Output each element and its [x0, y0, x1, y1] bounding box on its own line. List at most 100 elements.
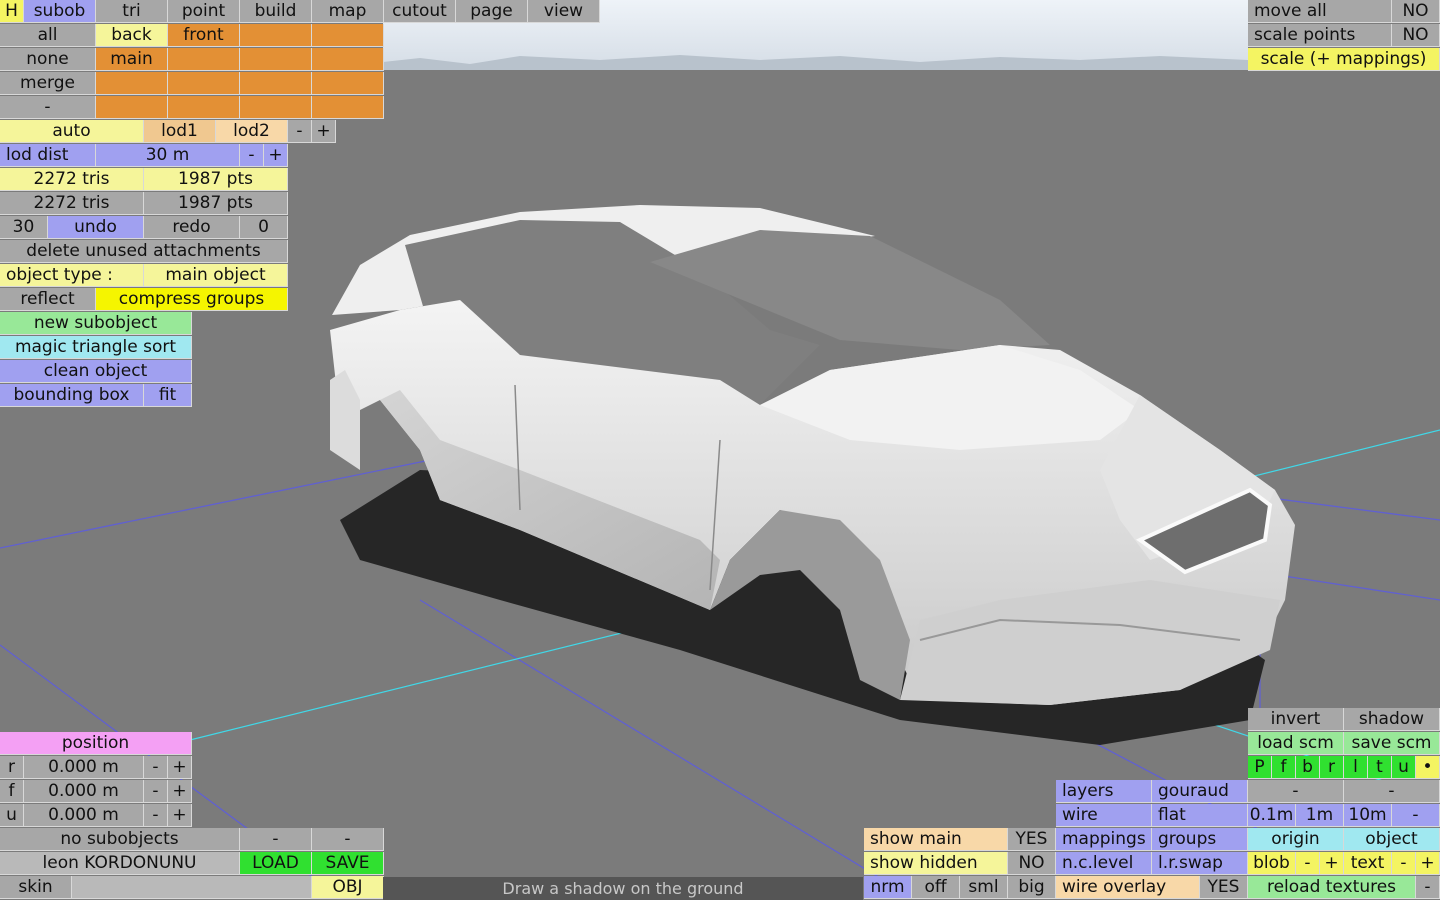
- view-slot[interactable]: [312, 72, 384, 95]
- view-slot[interactable]: [240, 24, 312, 47]
- save-button[interactable]: SAVE: [312, 852, 384, 875]
- view-slot[interactable]: [168, 96, 240, 119]
- show-hidden-value[interactable]: NO: [1008, 852, 1056, 875]
- right-dash-2[interactable]: -: [1344, 780, 1440, 803]
- delete-unused-attachments-button[interactable]: delete unused attachments: [0, 240, 288, 263]
- view-slot[interactable]: [240, 72, 312, 95]
- view-b-button[interactable]: b: [1296, 756, 1320, 779]
- h-button[interactable]: H: [0, 0, 24, 23]
- tab-page[interactable]: page: [456, 0, 528, 23]
- subobject-dash-2[interactable]: -: [312, 828, 384, 851]
- scale-points-value[interactable]: NO: [1392, 24, 1440, 47]
- view-slot[interactable]: [240, 96, 312, 119]
- view-slot[interactable]: [96, 72, 168, 95]
- bounding-box-button[interactable]: bounding box: [0, 384, 144, 407]
- wire-button[interactable]: wire: [1056, 804, 1152, 827]
- subobject-dash-1[interactable]: -: [240, 828, 312, 851]
- big-button[interactable]: big: [1008, 876, 1056, 899]
- view-dot-button[interactable]: •: [1416, 756, 1440, 779]
- reload-textures-button[interactable]: reload textures: [1248, 876, 1416, 899]
- view-slot[interactable]: [312, 48, 384, 71]
- blob-plus-button[interactable]: +: [1320, 852, 1344, 875]
- gouraud-button[interactable]: gouraud: [1152, 780, 1248, 803]
- lod-plus-button[interactable]: +: [312, 120, 336, 143]
- subobject-select[interactable]: no subobjects: [0, 828, 240, 851]
- view-slot[interactable]: [240, 48, 312, 71]
- view-main-button[interactable]: main: [96, 48, 168, 71]
- view-slot[interactable]: [168, 72, 240, 95]
- merge-button[interactable]: merge: [0, 72, 96, 95]
- view-none-button[interactable]: none: [0, 48, 96, 71]
- flat-button[interactable]: flat: [1152, 804, 1248, 827]
- sml-button[interactable]: sml: [960, 876, 1008, 899]
- lod2-button[interactable]: lod2: [216, 120, 288, 143]
- shadow-button[interactable]: shadow: [1344, 708, 1440, 731]
- new-subobject-button[interactable]: new subobject: [0, 312, 192, 335]
- position-f-minus[interactable]: -: [144, 780, 168, 803]
- lod-dist-minus-button[interactable]: -: [240, 144, 264, 167]
- text-minus-button[interactable]: -: [1392, 852, 1416, 875]
- view-slot[interactable]: [96, 96, 168, 119]
- scale-points-button[interactable]: scale points: [1248, 24, 1392, 47]
- position-r-value[interactable]: 0.000 m: [24, 756, 144, 779]
- view-f-button[interactable]: f: [1272, 756, 1296, 779]
- tab-point[interactable]: point: [168, 0, 240, 23]
- lod1-button[interactable]: lod1: [144, 120, 216, 143]
- view-slot[interactable]: [312, 96, 384, 119]
- position-f-value[interactable]: 0.000 m: [24, 780, 144, 803]
- skin-button[interactable]: skin: [0, 876, 72, 899]
- view-back-button[interactable]: back: [96, 24, 168, 47]
- layers-button[interactable]: layers: [1056, 780, 1152, 803]
- nc-level-button[interactable]: n.c.level: [1056, 852, 1152, 875]
- show-hidden-button[interactable]: show hidden: [864, 852, 1008, 875]
- origin-button[interactable]: origin: [1248, 828, 1344, 851]
- file-name-field[interactable]: leon KORDONUNU: [0, 852, 240, 875]
- view-t-button[interactable]: t: [1368, 756, 1392, 779]
- redo-button[interactable]: redo: [144, 216, 240, 239]
- tab-tri[interactable]: tri: [96, 0, 168, 23]
- grid-0-1m-button[interactable]: 0.1m: [1248, 804, 1296, 827]
- move-all-button[interactable]: move all: [1248, 0, 1392, 23]
- wire-overlay-button[interactable]: wire overlay: [1056, 876, 1200, 899]
- blob-minus-button[interactable]: -: [1296, 852, 1320, 875]
- tab-build[interactable]: build: [240, 0, 312, 23]
- position-f-plus[interactable]: +: [168, 780, 192, 803]
- view-l-button[interactable]: l: [1344, 756, 1368, 779]
- lod-dist-value[interactable]: 30 m: [96, 144, 240, 167]
- scale-mappings-button[interactable]: scale (+ mappings): [1248, 48, 1440, 71]
- position-r-minus[interactable]: -: [144, 756, 168, 779]
- grid-10m-button[interactable]: 10m: [1344, 804, 1392, 827]
- position-u-value[interactable]: 0.000 m: [24, 804, 144, 827]
- groups-button[interactable]: groups: [1152, 828, 1248, 851]
- object-type-value[interactable]: main object: [144, 264, 288, 287]
- lr-swap-button[interactable]: l.r.swap: [1152, 852, 1248, 875]
- obj-button[interactable]: OBJ: [312, 876, 384, 899]
- position-u-minus[interactable]: -: [144, 804, 168, 827]
- fit-button[interactable]: fit: [144, 384, 192, 407]
- view-p-button[interactable]: P: [1248, 756, 1272, 779]
- save-scm-button[interactable]: save scm: [1344, 732, 1440, 755]
- position-u-plus[interactable]: +: [168, 804, 192, 827]
- move-all-value[interactable]: NO: [1392, 0, 1440, 23]
- lod-auto-button[interactable]: auto: [0, 120, 144, 143]
- reload-dash-button[interactable]: -: [1416, 876, 1440, 899]
- view-front-button[interactable]: front: [168, 24, 240, 47]
- nrm-button[interactable]: nrm: [864, 876, 912, 899]
- view-slot[interactable]: [168, 48, 240, 71]
- compress-groups-button[interactable]: compress groups: [96, 288, 288, 311]
- tab-cutout[interactable]: cutout: [384, 0, 456, 23]
- tab-view[interactable]: view: [528, 0, 600, 23]
- invert-button[interactable]: invert: [1248, 708, 1344, 731]
- view-slot[interactable]: [312, 24, 384, 47]
- lod-minus-button[interactable]: -: [288, 120, 312, 143]
- reflect-button[interactable]: reflect: [0, 288, 96, 311]
- skin-field[interactable]: [72, 876, 312, 899]
- text-plus-button[interactable]: +: [1416, 852, 1440, 875]
- mappings-button[interactable]: mappings: [1056, 828, 1152, 851]
- magic-triangle-sort-button[interactable]: magic triangle sort: [0, 336, 192, 359]
- grid-1m-button[interactable]: 1m: [1296, 804, 1344, 827]
- lod-dist-plus-button[interactable]: +: [264, 144, 288, 167]
- view-all-button[interactable]: all: [0, 24, 96, 47]
- object-button[interactable]: object: [1344, 828, 1440, 851]
- show-main-value[interactable]: YES: [1008, 828, 1056, 851]
